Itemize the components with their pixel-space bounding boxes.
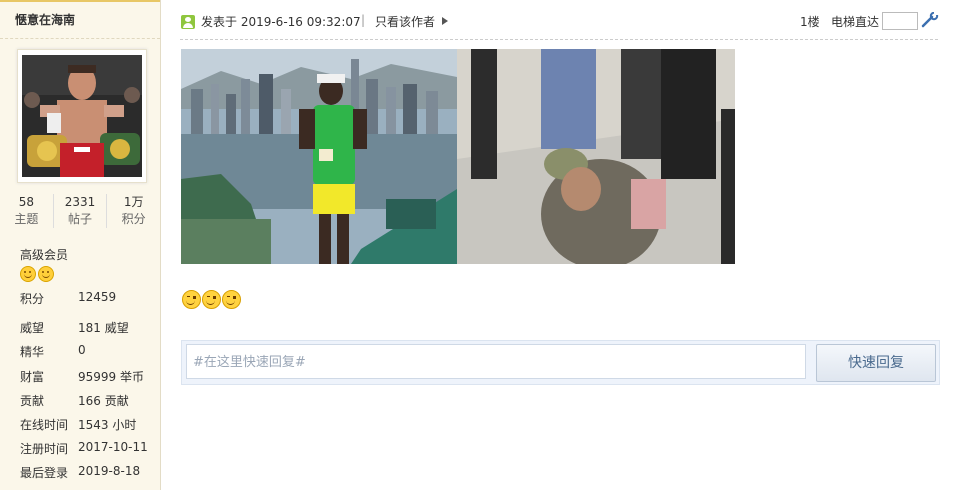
post-info-bar: 发表于 2019-6-16 09:32:07 | 只看该作者 1楼 电梯直达 [180,10,940,32]
profile-row-wealth: 财富 95999 举币 [20,368,144,385]
stat-posts-label: 帖子 [68,212,93,226]
avatar[interactable] [17,49,147,183]
username-link[interactable]: 惬意在海南 [0,2,160,39]
profile-key: 威望 [20,321,45,335]
poster-online-icon [181,15,195,29]
stat-threads[interactable]: 58 主题 [0,194,54,228]
profile-row-contribution: 贡献 166 贡献 [20,392,129,409]
quick-reply-input[interactable]: #在这里快速回复# [186,344,806,379]
avatar-image[interactable] [22,55,142,177]
quick-reply-button[interactable]: 快速回复 [816,344,936,382]
laugh-emoji-icon [202,290,221,309]
profile-value: 2017-10-11 [78,440,148,454]
profile-row-digest: 精华 0 [20,343,86,360]
emoji-row [182,290,241,309]
profile-key: 注册时间 [20,442,69,456]
stat-points-label: 积分 [121,212,146,226]
user-sidebar: 惬意在海南 58 主题 2331 帖子 1万 积分 高级会员 积分 12459 … [0,0,161,490]
profile-value: 0 [78,343,86,357]
profile-key: 财富 [20,370,45,384]
header-divider [180,39,938,40]
stat-posts-value[interactable]: 2331 [54,194,107,210]
profile-row-prestige: 威望 181 威望 [20,319,129,336]
user-group[interactable]: 高级会员 [20,246,68,263]
laugh-emoji-icon [182,290,201,309]
profile-row-last-login: 最后登录 2019-8-18 [20,464,140,481]
profile-row-points: 积分 12459 [20,290,116,307]
rank-smile-icon [38,266,54,282]
profile-key: 积分 [20,292,45,306]
profile-key: 贡献 [20,394,45,408]
jump-wrench-icon[interactable] [921,11,939,28]
profile-value: 12459 [78,290,117,304]
profile-key: 在线时间 [20,418,69,432]
profile-key: 精华 [20,345,45,359]
play-arrow-icon[interactable] [442,17,448,25]
profile-key: 最后登录 [20,466,69,480]
post-image[interactable] [181,49,735,264]
stat-points[interactable]: 1万 积分 [107,194,160,228]
stat-points-value[interactable]: 1万 [107,194,160,210]
stat-threads-value[interactable]: 58 [0,194,53,210]
floor-number[interactable]: 1楼 [800,13,820,30]
stat-posts[interactable]: 2331 帖子 [54,194,108,228]
quick-reply-box: #在这里快速回复# 快速回复 [181,340,940,385]
elevator-label: 电梯直达 [831,15,880,29]
profile-value: 2019-8-18 [78,464,141,478]
divider: | [361,13,366,27]
profile-value: 166 贡献 [78,394,129,408]
profile-value: 181 威望 [78,321,129,335]
laugh-emoji-icon [222,290,241,309]
profile-row-register-date: 注册时间 2017-10-11 [20,440,148,457]
profile-row-online-time: 在线时间 1543 小时 [20,416,136,433]
profile-value: 95999 举币 [78,370,144,384]
stat-threads-label: 主题 [14,212,39,226]
user-stats: 58 主题 2331 帖子 1万 积分 [0,194,160,228]
floor-jump-input[interactable] [882,12,918,30]
post-timestamp: 发表于 2019-6-16 09:32:07 [201,15,361,29]
rank-stars [20,266,54,282]
profile-value: 1543 小时 [78,418,137,432]
only-author-link[interactable]: 只看该作者 [375,13,435,30]
rank-smile-icon [20,266,36,282]
